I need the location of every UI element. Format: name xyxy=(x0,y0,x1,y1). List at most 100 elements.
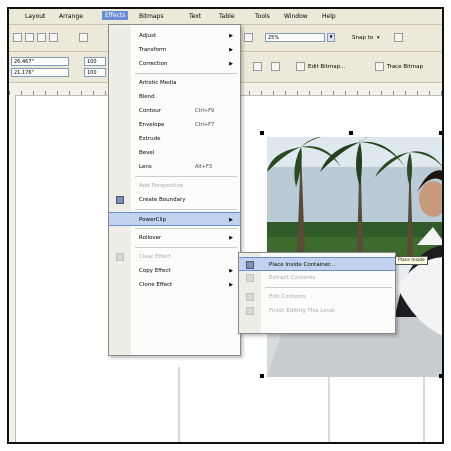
menubar-window[interactable]: Window xyxy=(284,13,308,20)
page-border xyxy=(423,367,425,442)
powerclip-item-label: Edit Contents xyxy=(269,294,307,300)
effects-item-label: Bevel xyxy=(139,150,155,156)
effects-item-create-boundary[interactable]: Create Boundary xyxy=(109,193,240,207)
menubar-help[interactable]: Help xyxy=(322,13,336,20)
powerclip-submenu: Place Inside Container... Extract Content… xyxy=(238,252,396,334)
effects-item-bevel[interactable]: Bevel xyxy=(109,146,240,160)
effects-item-adjust[interactable]: Adjust ▶ xyxy=(109,29,240,43)
menu-separator xyxy=(135,176,237,177)
menubar-effects[interactable]: Effects xyxy=(102,11,129,20)
shortcut-label: Ctrl+F7 xyxy=(195,122,215,128)
menubar-layout[interactable]: Layout xyxy=(25,13,45,20)
effects-item-label: Clone Effect xyxy=(139,282,173,288)
width-scale-value: 100 xyxy=(87,59,97,65)
menubar-table[interactable]: Table xyxy=(219,13,235,20)
powerclip-item-place-inside-container[interactable]: Place Inside Container... xyxy=(239,257,395,271)
trace-bitmap-icon xyxy=(375,62,384,71)
effects-item-label: Correction xyxy=(139,61,168,67)
effects-item-correction[interactable]: Correction ▶ xyxy=(109,57,240,71)
effects-item-label: Lens xyxy=(139,164,152,170)
x-position-input[interactable]: 26.467" xyxy=(11,57,69,66)
open-icon[interactable] xyxy=(25,33,34,42)
page-border xyxy=(328,367,330,442)
selection-handle[interactable] xyxy=(260,374,264,378)
vertical-ruler[interactable] xyxy=(9,95,16,442)
powerclip-item-finish-editing-this-level: Finish Editing This Level xyxy=(239,304,395,318)
effects-item-label: Artistic Media xyxy=(139,80,177,86)
options-icon[interactable] xyxy=(394,33,403,42)
submenu-arrow-icon: ▶ xyxy=(229,33,233,39)
menubar-bitmaps[interactable]: Bitmaps xyxy=(139,13,164,20)
edit-bitmap-button[interactable]: Edit Bitmap... xyxy=(308,64,345,70)
edit-contents-icon xyxy=(246,293,254,301)
effects-item-label: Adjust xyxy=(139,33,157,39)
selection-handle[interactable] xyxy=(439,374,442,378)
y-position-value: 21.176" xyxy=(14,70,34,76)
submenu-arrow-icon: ▶ xyxy=(229,235,233,241)
menu-separator xyxy=(135,73,237,74)
effects-item-label: Rollover xyxy=(139,235,162,241)
submenu-arrow-icon: ▶ xyxy=(229,268,233,274)
submenu-arrow-icon: ▶ xyxy=(229,217,233,223)
effects-item-rollover[interactable]: Rollover ▶ xyxy=(109,231,240,245)
screenshot-frame: Layout Arrange Effects Bitmaps Text Table Tool… xyxy=(0,0,451,451)
app-window: Layout Arrange Effects Bitmaps Text Table Tool… xyxy=(7,7,444,444)
submenu-arrow-icon: ▶ xyxy=(229,47,233,53)
snap-dropdown-icon[interactable]: ▾ xyxy=(377,35,380,41)
y-position-input[interactable]: 21.176" xyxy=(11,68,69,77)
powerclip-item-label: Extract Contents xyxy=(269,275,316,281)
effects-item-blend[interactable]: Blend xyxy=(109,90,240,104)
effects-item-envelope[interactable]: Envelope Ctrl+F7 xyxy=(109,118,240,132)
effects-item-contour[interactable]: Contour Ctrl+F9 xyxy=(109,104,240,118)
powerclip-item-label: Place Inside Container... xyxy=(269,262,336,268)
menubar-arrange[interactable]: Arrange xyxy=(59,13,83,20)
save-icon[interactable] xyxy=(37,33,46,42)
effects-item-clone-effect[interactable]: Clone Effect ▶ xyxy=(109,278,240,292)
effects-item-lens[interactable]: Lens Alt+F3 xyxy=(109,160,240,174)
selection-handle[interactable] xyxy=(439,131,442,135)
bitmap-color-mask-icon[interactable] xyxy=(253,62,262,71)
effects-item-add-perspective: Add Perspective xyxy=(109,179,240,193)
submenu-arrow-icon: ▶ xyxy=(229,282,233,288)
powerclip-item-edit-contents: Edit Contents xyxy=(239,290,395,304)
menubar: Layout Arrange Effects Bitmaps Text Table Tool… xyxy=(9,9,442,25)
effects-item-label: Add Perspective xyxy=(139,183,184,189)
snap-to-button[interactable]: Snap to xyxy=(352,35,373,41)
menubar-text[interactable]: Text xyxy=(189,13,201,20)
tooltip: Place Inside xyxy=(395,256,428,265)
effects-item-powerclip[interactable]: PowerClip ▶ xyxy=(109,212,240,226)
effects-item-clear-effect: Clear Effect xyxy=(109,250,240,264)
menu-separator xyxy=(135,209,237,210)
width-scale-input[interactable]: 100 xyxy=(84,57,106,66)
height-scale-input[interactable]: 100 xyxy=(84,68,106,77)
submenu-arrow-icon: ▶ xyxy=(229,61,233,67)
selection-handle[interactable] xyxy=(260,131,264,135)
effects-item-label: Transform xyxy=(139,47,167,53)
shortcut-label: Alt+F3 xyxy=(195,164,213,170)
effects-item-label: PowerClip xyxy=(139,217,167,223)
print-icon[interactable] xyxy=(49,33,58,42)
zoom-level-input[interactable]: 25% xyxy=(265,33,325,42)
chevron-down-icon[interactable]: ▼ xyxy=(327,33,335,42)
menubar-tools[interactable]: Tools xyxy=(255,13,270,20)
zoom-level-value: 25% xyxy=(268,35,280,41)
selection-handle[interactable] xyxy=(349,131,353,135)
menu-separator xyxy=(265,287,392,288)
effects-item-copy-effect[interactable]: Copy Effect ▶ xyxy=(109,264,240,278)
powerclip-item-extract-contents: Extract Contents xyxy=(239,271,395,285)
effects-item-artistic-media[interactable]: Artistic Media xyxy=(109,76,240,90)
import-icon[interactable] xyxy=(244,33,253,42)
page-border xyxy=(178,367,180,442)
clear-effect-icon xyxy=(116,253,124,261)
resample-icon[interactable] xyxy=(271,62,280,71)
effects-item-extrude[interactable]: Extrude xyxy=(109,132,240,146)
menu-separator xyxy=(135,228,237,229)
effects-item-label: Clear Effect xyxy=(139,254,171,260)
new-icon[interactable] xyxy=(13,33,22,42)
place-inside-container-icon xyxy=(246,261,254,269)
effects-item-transform[interactable]: Transform ▶ xyxy=(109,43,240,57)
height-scale-value: 100 xyxy=(87,70,97,76)
trace-bitmap-button[interactable]: Trace Bitmap xyxy=(387,64,423,70)
undo-icon[interactable] xyxy=(79,33,88,42)
x-position-value: 26.467" xyxy=(14,59,34,65)
